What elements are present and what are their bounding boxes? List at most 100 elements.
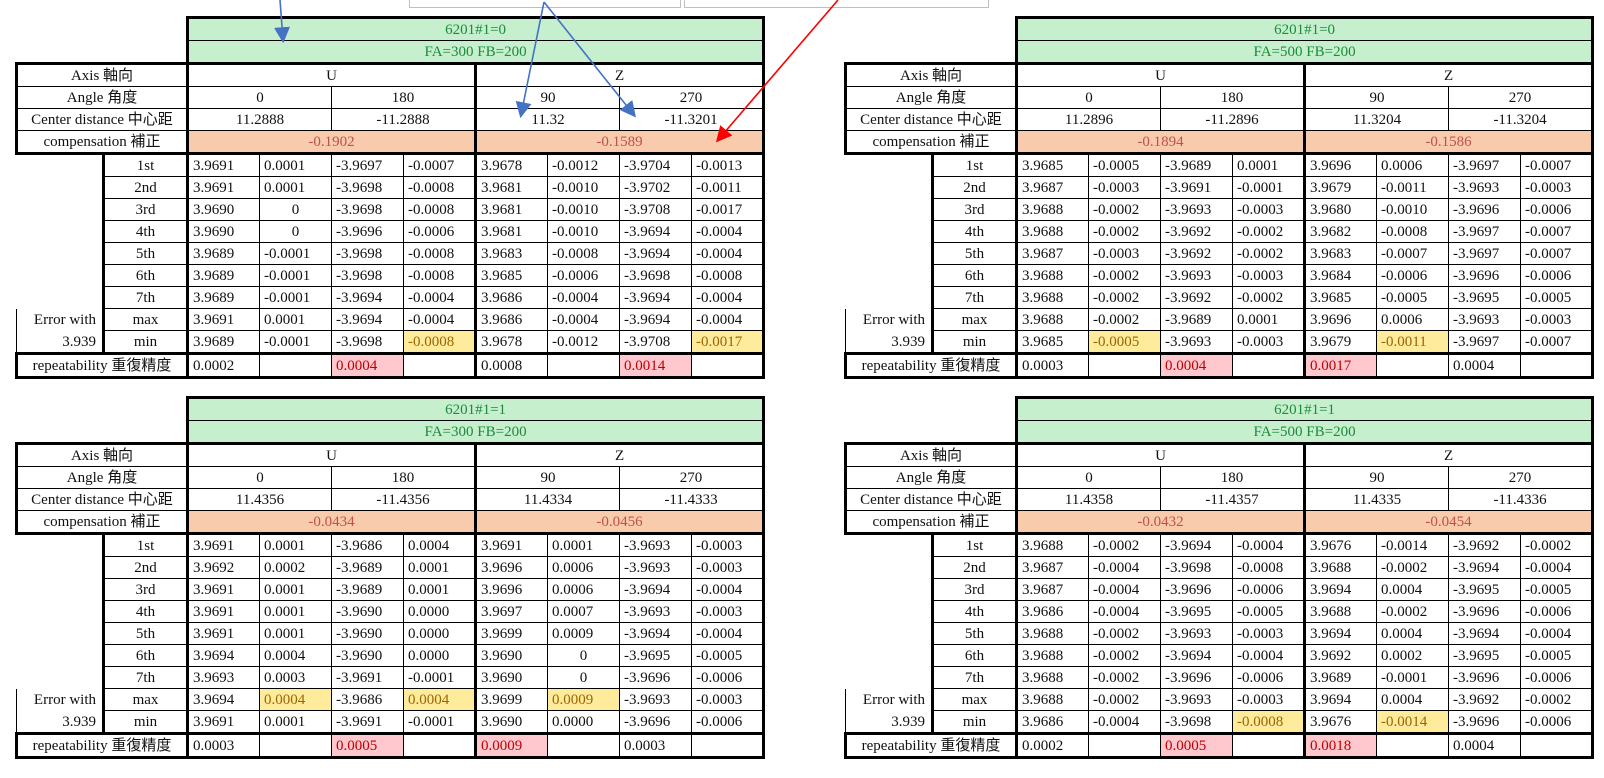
- blank-cell[interactable]: [845, 152, 933, 177]
- empty-cell[interactable]: [1519, 352, 1595, 379]
- center-cell[interactable]: 11.4356: [186, 488, 332, 511]
- axis-z[interactable]: Z: [473, 442, 766, 467]
- min-cell[interactable]: -3.9708: [619, 330, 692, 354]
- data-cell[interactable]: 0.0001: [403, 556, 476, 579]
- data-cell[interactable]: -3.9698: [331, 198, 404, 221]
- data-cell[interactable]: 0.0003: [259, 666, 332, 689]
- angle-cell[interactable]: 0: [186, 86, 332, 109]
- center-cell[interactable]: 11.4358: [1015, 488, 1161, 511]
- center-label[interactable]: Center distance 中心距: [15, 488, 188, 511]
- data-cell[interactable]: -3.9693: [1160, 622, 1233, 645]
- data-cell[interactable]: 3.9687: [1015, 176, 1089, 199]
- empty-cell[interactable]: [547, 352, 620, 379]
- max-cell[interactable]: 3.9688: [1015, 308, 1089, 331]
- row-label[interactable]: 1st: [931, 152, 1017, 177]
- data-cell[interactable]: -0.0003: [690, 556, 766, 579]
- data-cell[interactable]: 0: [547, 666, 620, 689]
- feed-header[interactable]: FA=500 FB=200: [1014, 40, 1595, 64]
- feed-header[interactable]: FA=500 FB=200: [1014, 420, 1595, 444]
- blank-cell[interactable]: [17, 18, 188, 41]
- max-cell[interactable]: -0.0002: [1088, 308, 1161, 331]
- blank-cell[interactable]: [846, 243, 933, 265]
- data-cell[interactable]: -3.9696: [1160, 666, 1233, 689]
- max-cell[interactable]: -3.9686: [331, 688, 404, 711]
- max-label[interactable]: max: [102, 308, 188, 331]
- data-cell[interactable]: 3.9685: [1303, 286, 1377, 309]
- blank-cell[interactable]: [17, 623, 104, 645]
- data-cell[interactable]: -0.0006: [547, 264, 620, 287]
- data-cell[interactable]: 3.9689: [1303, 666, 1377, 689]
- data-cell[interactable]: -0.0005: [690, 644, 766, 667]
- blank-cell[interactable]: [845, 532, 933, 557]
- data-cell[interactable]: -0.0007: [1519, 152, 1595, 177]
- data-cell[interactable]: -3.9693: [1160, 264, 1233, 287]
- data-cell[interactable]: -3.9695: [1448, 644, 1521, 667]
- empty-cell[interactable]: [690, 732, 766, 759]
- max-cell[interactable]: -0.0003: [1519, 308, 1595, 331]
- repeat-cell[interactable]: 0.0003: [619, 732, 692, 759]
- data-cell[interactable]: 3.9699: [474, 622, 548, 645]
- row-label[interactable]: 1st: [931, 532, 1017, 557]
- blank-cell[interactable]: [846, 41, 1017, 64]
- data-cell[interactable]: 0.0001: [259, 600, 332, 623]
- comp-cell[interactable]: -0.0432: [1015, 510, 1305, 534]
- data-cell[interactable]: 0.0004: [1376, 578, 1449, 601]
- data-cell[interactable]: -0.0001: [259, 286, 332, 309]
- center-cell[interactable]: -11.4336: [1447, 488, 1595, 511]
- center-cell[interactable]: 11.4334: [474, 488, 620, 511]
- angle-cell[interactable]: 90: [474, 466, 620, 489]
- row-label[interactable]: 1st: [102, 152, 188, 177]
- min-cell[interactable]: 3.9690: [474, 710, 548, 734]
- min-cell[interactable]: -0.0006: [690, 710, 766, 734]
- data-cell[interactable]: -0.0002: [1232, 220, 1305, 243]
- data-cell[interactable]: -0.0008: [1232, 556, 1305, 579]
- axis-label[interactable]: Axis 軸向: [844, 442, 1017, 467]
- data-cell[interactable]: 3.9688: [1015, 666, 1089, 689]
- row-label[interactable]: 7th: [931, 666, 1017, 689]
- max-cell[interactable]: -3.9692: [1448, 688, 1521, 711]
- data-cell[interactable]: 3.9683: [1303, 242, 1377, 265]
- data-cell[interactable]: 3.9688: [1015, 220, 1089, 243]
- repeat-cell[interactable]: 0.0014: [619, 352, 692, 379]
- row-label[interactable]: 6th: [931, 644, 1017, 667]
- blank-cell[interactable]: [16, 532, 104, 557]
- data-cell[interactable]: 0.0001: [403, 578, 476, 601]
- repeat-cell[interactable]: 0.0005: [331, 732, 404, 759]
- data-cell[interactable]: -0.0008: [690, 264, 766, 287]
- angle-cell[interactable]: 270: [1447, 466, 1595, 489]
- data-cell[interactable]: 0.0001: [259, 176, 332, 199]
- data-cell[interactable]: -3.9698: [619, 264, 692, 287]
- empty-cell[interactable]: [1376, 352, 1449, 379]
- min-cell[interactable]: -3.9698: [331, 330, 404, 354]
- repeat-cell[interactable]: 0.0004: [1160, 352, 1233, 379]
- min-cell[interactable]: -3.9696: [619, 710, 692, 734]
- data-cell[interactable]: -3.9708: [619, 198, 692, 221]
- data-cell[interactable]: -0.0002: [1232, 286, 1305, 309]
- data-cell[interactable]: -0.0004: [690, 578, 766, 601]
- data-cell[interactable]: -0.0004: [690, 286, 766, 309]
- min-cell[interactable]: 3.9685: [1015, 330, 1089, 354]
- blank-cell[interactable]: [17, 287, 104, 309]
- comp-cell[interactable]: -0.1902: [186, 130, 476, 154]
- repeat-cell[interactable]: 0.0004: [1448, 732, 1521, 759]
- row-label[interactable]: 5th: [102, 622, 188, 645]
- feed-header[interactable]: FA=300 FB=200: [185, 40, 766, 64]
- data-cell[interactable]: 3.9692: [186, 556, 260, 579]
- angle-cell[interactable]: 90: [474, 86, 620, 109]
- min-cell[interactable]: 3.9676: [1303, 710, 1377, 734]
- min-cell[interactable]: 3.9691: [186, 710, 260, 734]
- data-cell[interactable]: -0.0002: [1088, 644, 1161, 667]
- max-cell[interactable]: 3.9694: [186, 688, 260, 711]
- data-cell[interactable]: -3.9702: [619, 176, 692, 199]
- min-cell[interactable]: -0.0007: [1519, 330, 1595, 354]
- data-cell[interactable]: 3.9681: [474, 198, 548, 221]
- data-cell[interactable]: -0.0003: [1232, 622, 1305, 645]
- angle-cell[interactable]: 90: [1303, 86, 1449, 109]
- row-label[interactable]: 2nd: [931, 556, 1017, 579]
- data-cell[interactable]: -3.9692: [1160, 286, 1233, 309]
- data-cell[interactable]: 3.9694: [1303, 622, 1377, 645]
- data-cell[interactable]: -0.0004: [1232, 644, 1305, 667]
- blank-cell[interactable]: [846, 579, 933, 601]
- data-cell[interactable]: 3.9688: [1303, 600, 1377, 623]
- comp-cell[interactable]: -0.0434: [186, 510, 476, 534]
